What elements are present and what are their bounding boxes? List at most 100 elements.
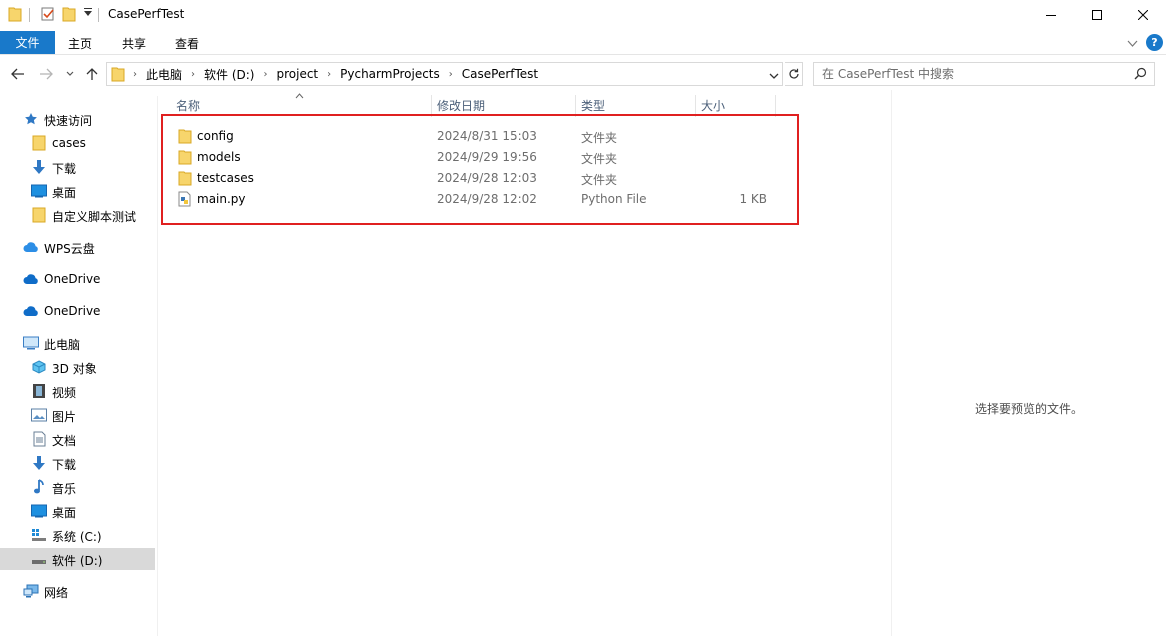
toolbar-separator	[29, 8, 30, 22]
sidebar-item-3d-objects[interactable]: 3D 对象	[0, 356, 155, 378]
sidebar-item-onedrive-2[interactable]: OneDrive	[0, 300, 155, 322]
drive-icon	[31, 551, 47, 567]
tab-home[interactable]: 主页	[68, 35, 92, 52]
sidebar-item-wps-cloud[interactable]: WPS云盘	[0, 236, 155, 258]
sidebar-item-label: OneDrive	[44, 304, 101, 318]
sidebar-item-drive-c[interactable]: 系统 (C:)	[0, 524, 155, 546]
onedrive-cloud-icon	[23, 303, 39, 319]
breadcrumb-caseperftest[interactable]: CasePerfTest	[462, 67, 538, 81]
preview-pane-message: 选择要预览的文件。	[974, 402, 1083, 416]
help-icon[interactable]: ?	[1146, 34, 1163, 51]
search-icon[interactable]	[1134, 67, 1147, 83]
sidebar-item-network[interactable]: 网络	[0, 580, 155, 602]
address-bar[interactable]: › 此电脑 › 软件 (D:) › project › PycharmProje…	[106, 62, 783, 86]
sidebar-item-downloads[interactable]: 下载	[0, 156, 155, 178]
sidebar-item-desktop[interactable]: 桌面	[0, 180, 155, 202]
minimize-button[interactable]	[1028, 0, 1074, 30]
column-header-date-modified[interactable]: 修改日期	[437, 95, 485, 115]
breadcrumb-pycharmprojects[interactable]: PycharmProjects	[340, 67, 440, 81]
recent-locations-chevron-icon[interactable]	[63, 65, 77, 83]
folder-icon	[31, 207, 47, 223]
sidebar-item-label: 文档	[52, 434, 77, 448]
column-header-type[interactable]: 类型	[581, 95, 605, 115]
highlight-annotation-box	[161, 114, 799, 225]
tab-share[interactable]: 共享	[122, 35, 146, 52]
sidebar-item-label: 快速访问	[44, 114, 93, 128]
back-arrow-icon[interactable]	[8, 65, 28, 83]
sidebar-item-custom-script-test[interactable]: 自定义脚本测试	[0, 204, 155, 226]
breadcrumb: › 此电脑 › 软件 (D:) › project › PycharmProje…	[133, 63, 538, 85]
preview-pane-divider[interactable]	[891, 90, 892, 636]
document-icon	[31, 431, 47, 447]
sidebar-item-cases[interactable]: cases	[0, 132, 155, 154]
sidebar-item-label: 图片	[52, 410, 77, 424]
3d-cube-icon	[31, 359, 47, 375]
refresh-button[interactable]	[785, 62, 803, 86]
column-header-name[interactable]: 名称	[176, 95, 200, 115]
breadcrumb-drive-d[interactable]: 软件 (D:)	[204, 66, 254, 83]
breadcrumb-this-pc[interactable]: 此电脑	[146, 66, 182, 83]
sidebar-item-label: OneDrive	[44, 272, 101, 286]
music-note-icon	[31, 479, 47, 495]
navigation-pane: 快速访问 cases 下载 桌面 自定义脚本测试 WPS云盘 OneDrive …	[0, 96, 157, 636]
up-arrow-icon[interactable]	[83, 65, 101, 83]
sidebar-item-music[interactable]: 音乐	[0, 476, 155, 498]
cloud-icon	[23, 239, 39, 255]
sidebar-item-quick-access[interactable]: 快速访问	[0, 108, 155, 130]
forward-arrow-icon[interactable]	[36, 65, 56, 83]
chevron-right-icon[interactable]: ›	[327, 69, 331, 80]
sidebar-item-label: cases	[52, 136, 86, 150]
customize-toolbar-chevron-icon[interactable]	[84, 8, 92, 21]
chevron-right-icon[interactable]: ›	[263, 69, 267, 80]
chevron-right-icon[interactable]: ›	[133, 69, 137, 80]
system-drive-icon	[31, 527, 47, 543]
sidebar-item-documents[interactable]: 文档	[0, 428, 155, 450]
download-arrow-icon	[31, 159, 47, 175]
folder-icon	[111, 66, 125, 85]
sidebar-item-label: 桌面	[52, 506, 77, 520]
tab-file[interactable]: 文件	[0, 31, 55, 54]
network-icon	[23, 583, 39, 599]
column-header-size[interactable]: 大小	[701, 95, 725, 115]
sidebar-item-onedrive[interactable]: OneDrive	[0, 268, 155, 290]
tab-view[interactable]: 查看	[175, 35, 199, 52]
breadcrumb-project[interactable]: project	[276, 67, 318, 81]
close-icon	[1138, 10, 1148, 20]
sort-ascending-icon	[295, 88, 304, 102]
maximize-icon	[1092, 10, 1102, 20]
title-bar: CasePerfTest	[0, 0, 1166, 30]
folder-icon[interactable]	[8, 6, 22, 24]
toolbar-separator	[98, 8, 99, 22]
sidebar-item-pictures[interactable]: 图片	[0, 404, 155, 426]
sidebar-item-label: 自定义脚本测试	[52, 210, 137, 224]
sidebar-item-drive-d[interactable]: 软件 (D:)	[0, 548, 155, 570]
sidebar-item-label: 系统 (C:)	[52, 530, 102, 544]
address-history-chevron-icon[interactable]	[769, 69, 779, 83]
pane-divider[interactable]	[157, 96, 158, 636]
chevron-right-icon[interactable]: ›	[191, 69, 195, 80]
sidebar-item-this-pc[interactable]: 此电脑	[0, 332, 155, 354]
sidebar-item-desktop-pc[interactable]: 桌面	[0, 500, 155, 522]
sidebar-item-label: 软件 (D:)	[52, 554, 103, 568]
search-box[interactable]	[813, 62, 1155, 86]
sidebar-item-videos[interactable]: 视频	[0, 380, 155, 402]
sidebar-item-downloads-pc[interactable]: 下载	[0, 452, 155, 474]
folder-icon	[31, 135, 47, 151]
close-button[interactable]	[1120, 0, 1166, 30]
star-icon	[23, 111, 39, 127]
maximize-button[interactable]	[1074, 0, 1120, 30]
properties-icon[interactable]	[40, 6, 56, 24]
navigation-bar: › 此电脑 › 软件 (D:) › project › PycharmProje…	[0, 58, 1166, 90]
sidebar-item-label: 音乐	[52, 482, 77, 496]
sidebar-item-label: 下载	[52, 162, 77, 176]
chevron-right-icon[interactable]: ›	[449, 69, 453, 80]
new-folder-icon[interactable]	[62, 6, 76, 24]
window-title: CasePerfTest	[108, 7, 185, 21]
sidebar-item-label: WPS云盘	[44, 242, 95, 256]
film-icon	[31, 383, 47, 399]
search-input[interactable]	[822, 66, 1122, 82]
expand-ribbon-chevron-icon[interactable]	[1127, 37, 1138, 51]
sidebar-item-label: 3D 对象	[52, 362, 97, 376]
computer-icon	[23, 335, 39, 351]
ribbon-bar: 文件 主页 共享 查看 ?	[0, 30, 1166, 55]
